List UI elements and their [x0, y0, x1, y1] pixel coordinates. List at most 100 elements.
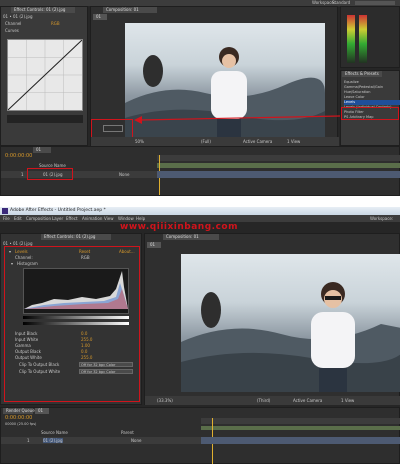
tab-effects-presets[interactable]: Effects & Presets	[342, 71, 382, 77]
zoom-level[interactable]: (33.3%)	[157, 398, 173, 403]
param-label-gamma: Gamma	[15, 343, 31, 348]
audio-meter-icon	[347, 15, 355, 63]
effect-controls-panel: Effect Controls: 01 (2).jpg 01 • 01 (2).…	[0, 6, 88, 146]
time-ruler	[157, 155, 400, 161]
comp-footer: (33.3%) (Third) Active Camera 1 View	[145, 396, 400, 405]
composition-panel: Composition: 01 01 50% (Full) Active Cam…	[90, 6, 339, 146]
output-gradient-bar[interactable]	[23, 322, 129, 325]
channel-value[interactable]: RGB	[81, 255, 90, 260]
menu-animation[interactable]: Animation	[82, 216, 102, 221]
menu-composition[interactable]: Composition	[26, 216, 51, 221]
channel-value[interactable]: RGB	[51, 21, 60, 26]
view-select[interactable]: Active Camera	[293, 398, 322, 403]
comp-image-small	[125, 23, 325, 143]
parent-header: Parent	[121, 430, 134, 435]
source-name-header: Source Name	[41, 430, 68, 435]
param-value-output-white[interactable]: 255.0	[81, 355, 92, 360]
fx-toggle-icon[interactable]: ▾	[9, 249, 11, 254]
about-button[interactable]: About...	[119, 249, 135, 254]
menu-effect[interactable]: Effect	[66, 216, 78, 221]
effect-name[interactable]: Levels	[15, 249, 28, 254]
input-gradient-bar[interactable]	[23, 316, 129, 319]
audio-meter-icon	[359, 15, 367, 63]
clip-black-label: Clip To Output Black	[19, 362, 60, 367]
highlight-box-layer	[27, 168, 73, 180]
clip-black-select[interactable]: Off for 32 bpc Color	[79, 362, 133, 367]
screenshot-levels: Adobe After Effects - Untitled Project.a…	[0, 207, 400, 464]
comp-image-large	[181, 254, 400, 392]
zoom-level[interactable]: 50%	[135, 139, 144, 144]
tab-timeline[interactable]: 01	[33, 147, 51, 153]
menu-bar: File Edit Composition Layer Effect Anima…	[0, 215, 400, 222]
layer-number: 1	[21, 172, 24, 177]
param-value-output-black[interactable]: 0.0	[81, 349, 87, 354]
curves-graph[interactable]	[7, 39, 83, 111]
clip-white-select[interactable]: Off for 32 bpc Color	[79, 369, 133, 374]
effects-presets-panel: Effects & Presets Equalize Gamma/Pedesta…	[340, 70, 400, 146]
histogram[interactable]	[23, 268, 129, 314]
timeline-bar	[157, 163, 400, 168]
timecode[interactable]: 0:00:00:00	[5, 154, 32, 159]
layer-name[interactable]: 01 (2).jpg	[43, 438, 63, 443]
tab-timeline[interactable]: 01	[35, 408, 49, 414]
menu-file[interactable]: File	[3, 216, 10, 221]
channel-label: Channel	[5, 21, 22, 26]
tab-effect-controls[interactable]: Effect Controls: 01 (2).jpg	[41, 234, 111, 240]
param-value-gamma[interactable]: 1.00	[81, 343, 90, 348]
title-bar: Adobe After Effects - Untitled Project.a…	[0, 207, 400, 215]
search-field[interactable]	[355, 1, 395, 5]
param-label-input-black: Input Black	[15, 331, 38, 336]
param-label-output-black: Output Black	[15, 349, 41, 354]
ae-app-icon	[2, 208, 8, 214]
workspace-value[interactable]: Standard	[332, 0, 350, 5]
menu-view[interactable]: View	[104, 216, 114, 221]
clip-white-value: Off for 32 bpc Color	[81, 370, 116, 374]
timeline-panel: Render Queue 01 0:00:00:00 00000 (25.00 …	[0, 407, 400, 464]
time-ruler	[201, 418, 400, 424]
clip-black-value: Off for 32 bpc Color	[81, 363, 116, 367]
view-select[interactable]: Active Camera	[243, 139, 272, 144]
histogram-label: Histogram	[17, 261, 38, 266]
curves-label: Curves	[5, 28, 19, 33]
resolution[interactable]: (Full)	[201, 139, 211, 144]
tab-composition[interactable]: Composition: 01	[163, 234, 219, 240]
tab-comp-01[interactable]: 01	[93, 14, 107, 20]
tab-render-queue[interactable]: Render Queue	[3, 408, 35, 414]
param-value-input-black[interactable]: 0.0	[81, 331, 87, 336]
chevron-down-icon[interactable]: ▾	[11, 261, 13, 266]
reset-button[interactable]: Reset	[79, 249, 90, 254]
param-label-output-white: Output White	[15, 355, 42, 360]
workspace-label: Workspace:	[370, 216, 394, 221]
layer-mode[interactable]: None	[131, 438, 141, 443]
tab-comp-01[interactable]: 01	[147, 242, 161, 248]
window-title: Adobe After Effects - Untitled Project.a…	[10, 208, 106, 213]
screenshot-curves: Workspace: Standard Effect Controls: 01 …	[0, 0, 400, 196]
timeline-panel: 01 0:00:00:00 Source Name 1 01 (2).jpg N…	[0, 146, 400, 196]
menu-layer[interactable]: Layer	[52, 216, 63, 221]
channel-label: Channel:	[15, 255, 33, 260]
comp-footer: 50% (Full) Active Camera 1 View	[91, 137, 339, 146]
highlight-box-levels	[341, 107, 399, 120]
comp-thumbnail-placeholder	[103, 125, 123, 132]
layer-row[interactable]: 1 01 (2).jpg None	[1, 437, 201, 444]
menu-window[interactable]: Window	[118, 216, 134, 221]
menu-help[interactable]: Help	[136, 216, 145, 221]
layer-track[interactable]	[201, 437, 400, 444]
views-select[interactable]: 1 View	[287, 139, 300, 144]
fps-readout: 00000 (25.00 fps)	[5, 422, 37, 426]
layer-track[interactable]	[157, 171, 400, 178]
layer-number: 1	[27, 438, 30, 443]
timecode[interactable]: 0:00:00:00	[5, 416, 32, 421]
menu-edit[interactable]: Edit	[14, 216, 22, 221]
tab-effect-controls[interactable]: Effect Controls: 01 (2).jpg	[11, 7, 75, 13]
layer-row[interactable]: 1 01 (2).jpg None	[1, 171, 157, 178]
layer-mode[interactable]: None	[119, 172, 129, 177]
timeline-bar	[201, 426, 400, 430]
views-select[interactable]: 1 View	[341, 398, 354, 403]
resolution[interactable]: (Third)	[257, 398, 270, 403]
curves-toolbar	[7, 115, 83, 123]
clip-white-label: Clip To Output White	[19, 369, 61, 374]
tab-composition[interactable]: Composition: 01	[103, 7, 157, 13]
effect-controls-panel: Effect Controls: 01 (2).jpg 01 • 01 (2).…	[0, 233, 142, 405]
param-value-input-white[interactable]: 255.0	[81, 337, 92, 342]
